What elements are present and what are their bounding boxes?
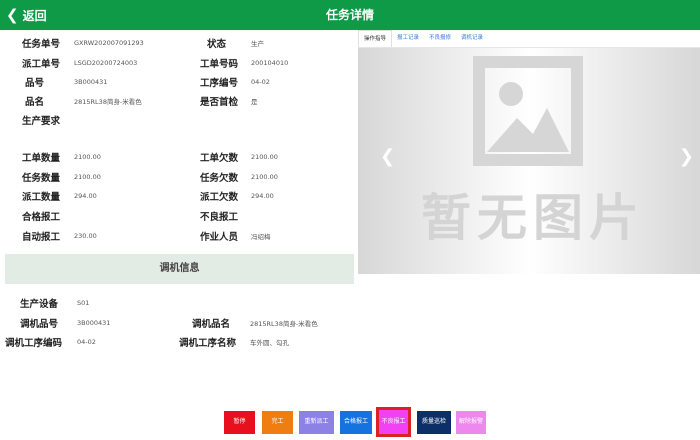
qualified-report-button[interactable]: 合格报工 (340, 411, 372, 434)
field-label: 调机工序编码 (4, 338, 62, 349)
field-value: LSGD20200724003 (74, 59, 138, 67)
field-value: 2100.00 (251, 173, 278, 181)
back-button[interactable]: ❮ 返回 (6, 0, 47, 30)
media-panel: 操作指导 报工记录 不良报修 调机记录 暂无图片 ❮ ❯ (358, 30, 700, 274)
field-label: 工单号码 (199, 59, 238, 70)
field-label: 工单数量 (21, 153, 60, 164)
field-label: 品名 (24, 97, 44, 108)
media-tabs: 操作指导 报工记录 不良报修 调机记录 (358, 30, 700, 48)
field-value: 04-02 (77, 338, 96, 346)
field-value: 2100.00 (74, 173, 101, 181)
field-value: GXRW202007091293 (74, 39, 144, 47)
defect-report-button[interactable]: 不良报工 (376, 407, 411, 437)
field-value: 2100.00 (74, 153, 101, 161)
field-label: 生产设备 (19, 299, 58, 310)
field-label: 工单欠数 (199, 153, 238, 164)
field-label: 工序编号 (199, 78, 238, 89)
clear-alarm-button[interactable]: 解除报警 (456, 411, 486, 434)
chevron-left-icon: ❮ (6, 5, 19, 24)
field-label: 自动报工 (21, 232, 60, 243)
field-value: 2815RL38简身-米看色 (250, 320, 318, 328)
field-value: 3B000431 (74, 78, 108, 86)
field-label: 任务单号 (21, 39, 60, 50)
no-image-text: 暂无图片 (421, 188, 645, 247)
quality-inspection-button[interactable]: 质量巡检 (417, 411, 451, 434)
field-value: 是 (251, 98, 258, 106)
field-value: 200104010 (251, 59, 289, 67)
field-label: 派工欠数 (199, 192, 238, 203)
image-viewer: 暂无图片 ❮ ❯ (358, 48, 700, 274)
field-label: 是否首检 (199, 97, 238, 108)
image-placeholder-icon (473, 56, 583, 166)
field-label: 调机品名 (191, 319, 230, 330)
field-label: 派工数量 (21, 192, 60, 203)
field-value: 230.00 (74, 232, 97, 240)
field-value: 车外圆、勾孔 (250, 339, 289, 347)
field-label: 合格报工 (21, 212, 60, 223)
tab-defect-repair[interactable]: 不良报修 (424, 30, 456, 47)
tab-adjust-records[interactable]: 调机记录 (456, 30, 488, 47)
field-value: 3B000431 (77, 319, 111, 327)
pause-button[interactable]: 暂停 (224, 411, 255, 434)
section-title-adjust: 调机信息 (5, 254, 354, 284)
field-label: 调机品号 (19, 319, 58, 330)
tab-operation-guide[interactable]: 操作指导 (358, 30, 393, 47)
field-value: 2100.00 (251, 153, 278, 161)
chevron-right-icon[interactable]: ❯ (679, 148, 694, 166)
field-value: 冯绍梅 (251, 233, 271, 241)
back-label: 返回 (22, 8, 47, 23)
field-label: 生产要求 (21, 116, 60, 127)
redispatch-button[interactable]: 重新派工 (299, 411, 334, 434)
field-label: 不良报工 (199, 212, 238, 223)
field-label: 派工单号 (21, 59, 60, 70)
field-value: 生产 (251, 40, 264, 48)
field-value: 294.00 (74, 192, 97, 200)
header-bar: ❮ 返回 任务详情 (0, 0, 700, 30)
field-label: 调机工序名称 (178, 338, 236, 349)
field-label: 作业人员 (199, 232, 238, 243)
page-title: 任务详情 (325, 8, 374, 22)
field-label: 任务数量 (21, 173, 60, 184)
complete-button[interactable]: 完工 (262, 411, 293, 434)
field-value: 04-02 (251, 78, 270, 86)
field-label: 品号 (24, 78, 44, 89)
field-value: S01 (77, 299, 90, 307)
field-value: 294.00 (251, 192, 274, 200)
chevron-left-icon[interactable]: ❮ (380, 148, 395, 166)
field-value: 2815RL38简身-米看色 (74, 98, 142, 106)
tab-report-records[interactable]: 报工记录 (392, 30, 424, 47)
field-label: 任务欠数 (199, 173, 238, 184)
